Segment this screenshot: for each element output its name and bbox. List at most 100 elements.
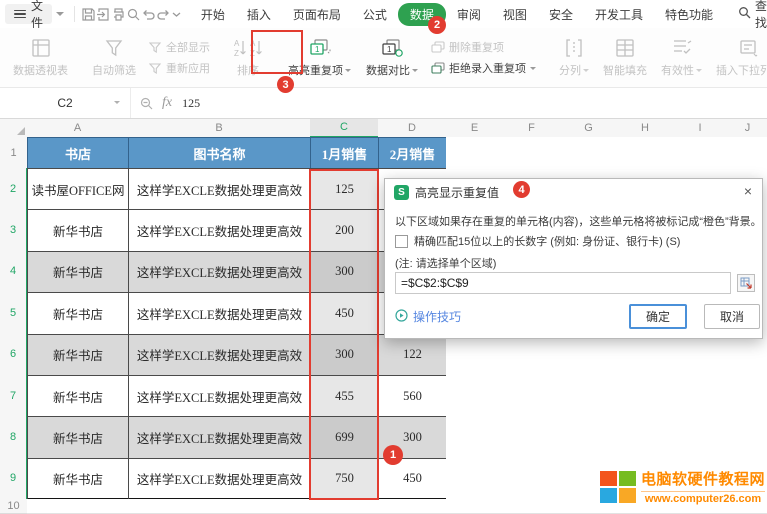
file-caret-icon[interactable] [56,12,64,20]
name-box[interactable]: C2 [0,88,131,118]
tab-view[interactable]: 视图 [492,3,538,26]
toolbar-show-all[interactable]: 全部显示 [149,39,210,55]
cell-A4[interactable]: 新华书店 [27,251,129,293]
cell-A8[interactable]: 新华书店 [27,416,129,458]
row-header-2[interactable]: 2 [0,168,28,210]
row-header-3[interactable]: 3 [0,209,28,251]
toolbar-reject-duplicate-input[interactable]: 拒绝录入重复项 [431,60,536,76]
cell-C4[interactable]: 300 [310,251,379,293]
cell-A9[interactable]: 新华书店 [27,458,129,500]
cell-I1[interactable] [673,137,728,169]
column-header-F[interactable]: F [503,118,561,138]
column-header-B[interactable]: B [128,118,311,138]
range-picker-button[interactable] [737,274,755,292]
cell-B9[interactable]: 这样学EXCLE数据处理更高效 [128,458,311,500]
print-icon[interactable] [111,3,126,25]
cell-B5[interactable]: 这样学EXCLE数据处理更高效 [128,292,311,334]
cell-F7[interactable] [503,375,561,417]
cell-G6[interactable] [560,334,618,376]
cell-E7[interactable] [446,375,504,417]
row-header-4[interactable]: 4 [0,251,28,293]
toolbar-pivot-table[interactable]: 数据透视表 [6,28,75,87]
cell-F1[interactable] [503,137,561,169]
cell-A5[interactable]: 新华书店 [27,292,129,334]
cell-E8[interactable] [446,416,504,458]
tab-page-layout[interactable]: 页面布局 [282,3,352,26]
cell-E9[interactable] [446,458,504,500]
toolbar-text-to-columns[interactable]: 分列 [552,28,596,87]
range-input[interactable]: =$C$2:$C$9 [395,272,731,294]
cell-E6[interactable] [446,334,504,376]
cell-A2[interactable]: 读书屋OFFICE网 [27,168,129,210]
cell-F10[interactable] [503,499,561,514]
cell-E10[interactable] [446,499,504,514]
fx-icon[interactable]: fx [162,95,172,111]
cell-G7[interactable] [560,375,618,417]
cell-B8[interactable]: 这样学EXCLE数据处理更高效 [128,416,311,458]
cell-G1[interactable] [560,137,618,169]
tab-dev-tools[interactable]: 开发工具 [584,3,654,26]
cell-C1[interactable]: 1月销售 [310,137,379,169]
toolbar-insert-dropdown-list[interactable]: 插入下拉列表 [709,28,767,87]
cell-C10[interactable] [310,499,379,514]
cell-B7[interactable]: 这样学EXCLE数据处理更高效 [128,375,311,417]
ok-button[interactable]: 确定 [629,304,687,329]
exact-match-checkbox[interactable]: 精确匹配15位以上的长数字 (例如: 身份证、银行卡) (S) [395,233,680,249]
cell-C5[interactable]: 450 [310,292,379,334]
row-header-5[interactable]: 5 [0,292,28,334]
cell-F6[interactable] [503,334,561,376]
cell-G8[interactable] [560,416,618,458]
select-all-corner[interactable] [0,118,28,138]
column-header-C[interactable]: C [310,118,379,138]
cell-J1[interactable] [727,137,767,169]
cell-I8[interactable] [673,416,728,458]
cell-H6[interactable] [617,334,674,376]
cell-D6[interactable]: 122 [378,334,447,376]
row-header-7[interactable]: 7 [0,375,28,417]
cell-A1[interactable]: 书店 [27,137,129,169]
cell-I6[interactable] [673,334,728,376]
cell-C8[interactable]: 699 [310,416,379,458]
toolbar-remove-duplicates[interactable]: 删除重复项 [431,39,536,55]
row-header-8[interactable]: 8 [0,416,28,458]
export-icon[interactable] [96,3,111,25]
toolbar-smart-fill[interactable]: 智能填充 [596,28,654,87]
cell-B2[interactable]: 这样学EXCLE数据处理更高效 [128,168,311,210]
cell-F9[interactable] [503,458,561,500]
formula-input[interactable]: 125 [182,96,200,111]
tab-formulas[interactable]: 公式 [352,3,398,26]
cell-E1[interactable] [446,137,504,169]
column-header-H[interactable]: H [617,118,674,138]
cell-J6[interactable] [727,334,767,376]
cell-D1[interactable]: 2月销售 [378,137,447,169]
cell-D7[interactable]: 560 [378,375,447,417]
tips-link[interactable]: 操作技巧 [395,308,461,325]
tab-security[interactable]: 安全 [538,3,584,26]
cell-C3[interactable]: 200 [310,209,379,251]
cancel-button[interactable]: 取消 [704,304,760,329]
column-header-A[interactable]: A [27,118,129,138]
cell-D10[interactable] [378,499,447,514]
tab-insert[interactable]: 插入 [236,3,282,26]
cell-H1[interactable] [617,137,674,169]
cell-C9[interactable]: 750 [310,458,379,500]
zoom-formula-icon[interactable] [139,96,154,111]
toolbar-sort[interactable]: A Z A Z 排序 [226,28,270,87]
tab-home[interactable]: 开始 [190,3,236,26]
save-icon[interactable] [81,3,96,25]
cell-B10[interactable] [128,499,311,514]
cell-C7[interactable]: 455 [310,375,379,417]
cell-A7[interactable]: 新华书店 [27,375,129,417]
cell-J8[interactable] [727,416,767,458]
redo-icon[interactable] [156,3,171,25]
cell-F8[interactable] [503,416,561,458]
undo-icon[interactable] [141,3,156,25]
toolbar-validation[interactable]: 有效性 [654,28,709,87]
cell-H8[interactable] [617,416,674,458]
row-header-1[interactable]: 1 [0,137,28,169]
cell-A3[interactable]: 新华书店 [27,209,129,251]
file-menu-button[interactable]: 文件 [5,4,52,24]
column-header-G[interactable]: G [560,118,618,138]
row-header-9[interactable]: 9 [0,458,28,500]
cell-C2[interactable]: 125 [310,168,379,210]
